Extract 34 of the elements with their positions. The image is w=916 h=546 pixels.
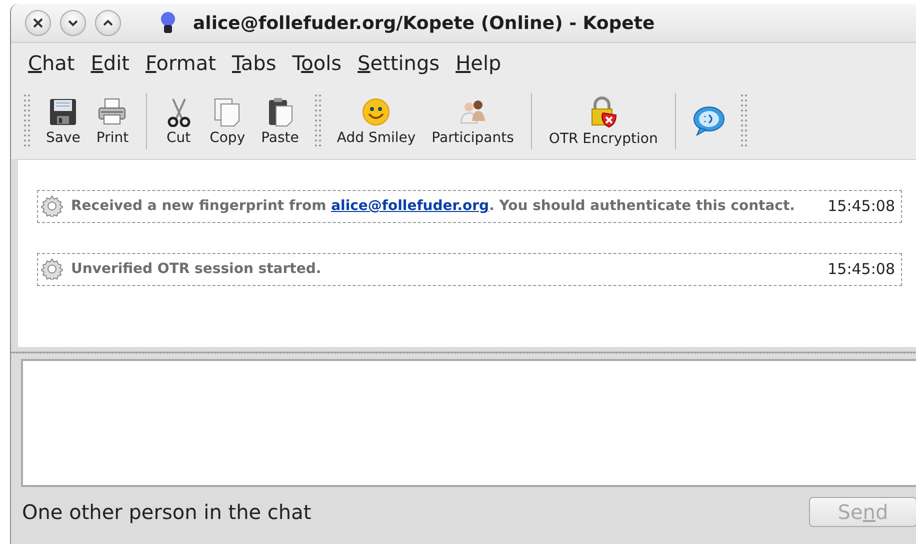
window-title: alice@follefuder.org/Kopete (Online) - Kopete	[193, 12, 655, 34]
toolbar-button[interactable]: OTR Encryption	[542, 94, 665, 148]
contact-link[interactable]: alice@follefuder.org	[331, 198, 490, 214]
participant-count: One other person in the chat	[22, 500, 312, 524]
printer-icon	[97, 96, 128, 126]
emoticon-bubble-icon[interactable]	[692, 105, 726, 137]
menu-item[interactable]: Settings	[350, 49, 447, 77]
toolbar-button[interactable]: Copy	[202, 94, 252, 148]
menu-item[interactable]: Tools	[285, 49, 349, 77]
timestamp: 15:45:08	[828, 260, 895, 278]
toolbar-button[interactable]: Paste	[254, 94, 306, 148]
toolbar-button[interactable]: Save	[39, 94, 88, 148]
message-text: Received a new fingerprint from alice@follefuder.org. You should authenticate this contact.	[71, 198, 796, 214]
menu-item[interactable]: Edit	[84, 49, 136, 77]
maximize-button[interactable]	[95, 10, 121, 36]
menu-item[interactable]: Tabs	[224, 49, 284, 77]
copy-pages-icon	[212, 96, 242, 126]
gear-icon	[41, 195, 63, 217]
timestamp: 15:45:08	[828, 197, 895, 215]
toolbar-button[interactable]: Add Smiley	[330, 94, 423, 148]
toolbar-button[interactable]: Print	[89, 94, 136, 148]
gear-icon	[41, 258, 63, 280]
menu-item[interactable]: Chat	[21, 49, 82, 77]
message-input-field[interactable]	[21, 359, 916, 487]
smiley-icon	[361, 96, 392, 126]
message-text: Unverified OTR session started.	[71, 261, 322, 277]
menu-item[interactable]: Format	[138, 49, 223, 77]
menu-item[interactable]: Help	[448, 49, 508, 77]
toolbar-button[interactable]: Cut	[156, 94, 201, 148]
minimize-button[interactable]	[60, 10, 86, 36]
close-icon	[32, 17, 44, 29]
toolbar-button[interactable]: Participants	[424, 94, 521, 148]
lightbulb-icon	[160, 11, 176, 35]
close-button[interactable]	[25, 10, 51, 36]
